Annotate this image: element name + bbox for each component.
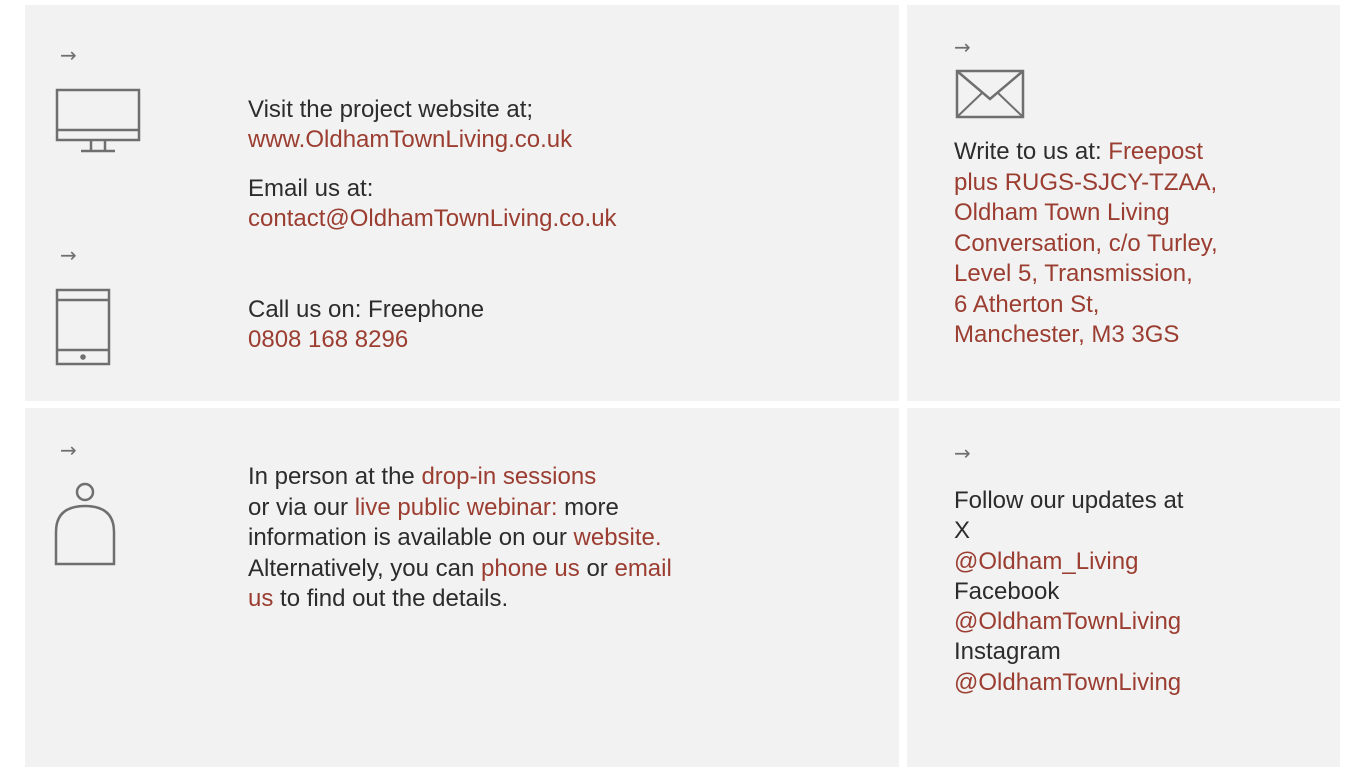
arrow-icon: →: [60, 243, 77, 267]
facebook-label: Facebook: [954, 577, 1060, 605]
person-text: information is available on our: [248, 524, 567, 551]
online-contact-panel: → Visit the project website at; www.Oldh…: [25, 5, 899, 401]
address-line: plus RUGS-SJCY-TZAA,: [954, 168, 1218, 196]
phone-link[interactable]: 0808 168 8296: [248, 325, 484, 355]
instagram-label: Instagram: [954, 638, 1061, 666]
social-list: Follow our updates at X @Oldham_Living F…: [954, 486, 1183, 698]
person-text: or: [586, 554, 608, 582]
address-line: Conversation, c/o Turley,: [954, 229, 1218, 257]
freepost-text: Freepost: [1108, 138, 1203, 165]
phone-block: Call us on: Freephone 0808 168 8296: [248, 295, 484, 355]
x-handle-link[interactable]: @Oldham_Living: [954, 547, 1183, 577]
drop-in-sessions-link[interactable]: drop-in sessions: [421, 463, 596, 490]
postal-address: Write to us at: Freepost plus RUGS-SJCY-…: [954, 137, 1218, 351]
desktop-icon: [55, 88, 141, 156]
website-link[interactable]: www.OldhamTownLiving.co.uk: [248, 125, 572, 155]
address-line: Level 5, Transmission,: [954, 260, 1193, 287]
arrow-icon: →: [60, 43, 77, 67]
mobile-phone-icon: [55, 288, 111, 366]
address-line: Oldham Town Living: [954, 199, 1170, 226]
phone-us-link[interactable]: phone us: [481, 555, 580, 582]
website-intro: Visit the project website at;: [248, 96, 534, 123]
postal-contact-panel: → Write to us at: Freepost plus RUGS-SJC…: [907, 5, 1340, 401]
envelope-icon: [955, 69, 1025, 119]
arrow-icon: →: [60, 438, 77, 462]
arrow-icon: →: [954, 35, 971, 59]
arrow-icon: →: [954, 441, 971, 465]
address-line: Manchester, M3 3GS: [954, 321, 1180, 348]
facebook-handle-link[interactable]: @OldhamTownLiving: [954, 607, 1183, 637]
person-icon: [54, 482, 116, 566]
person-text: Alternatively, you can: [248, 554, 475, 582]
social-media-panel: → Follow our updates at X @Oldham_Living…: [907, 408, 1340, 767]
email-block: Email us at: contact@OldhamTownLiving.co…: [248, 174, 617, 234]
webinar-link[interactable]: live public webinar:: [355, 494, 558, 521]
person-text: more: [564, 493, 619, 521]
post-intro: Write to us at:: [954, 138, 1102, 165]
person-text: In person at the: [248, 463, 415, 490]
in-person-text: In person at the drop-in sessions or via…: [248, 462, 672, 615]
call-intro: Call us on: Freephone: [248, 296, 485, 323]
email-link[interactable]: contact@OldhamTownLiving.co.uk: [248, 204, 617, 234]
in-person-panel: → In person at the drop-in sessions or v…: [25, 408, 899, 767]
email-us-link[interactable]: us: [248, 585, 273, 612]
instagram-handle-link[interactable]: @OldhamTownLiving: [954, 668, 1183, 698]
x-label: X: [954, 517, 971, 545]
address-line: 6 Atherton St,: [954, 290, 1100, 318]
website-block: Visit the project website at; www.Oldham…: [248, 95, 572, 155]
social-intro: Follow our updates at: [954, 487, 1184, 514]
email-us-link[interactable]: email: [614, 555, 671, 582]
email-intro: Email us at:: [248, 175, 374, 202]
website-link[interactable]: website.: [574, 524, 662, 551]
person-text: or via our: [248, 493, 349, 521]
person-text: to find out the details.: [280, 585, 509, 612]
